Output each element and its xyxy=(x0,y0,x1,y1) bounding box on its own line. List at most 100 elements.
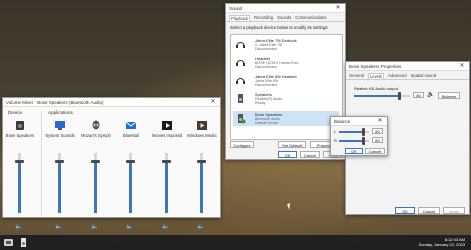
mixer-titlebar[interactable]: Volume Mixer - Bose Speakers (Bluetooth … xyxy=(3,98,220,107)
device-mute-icon[interactable]: 🔈 xyxy=(15,223,22,230)
app-label: BlueMail xyxy=(122,133,140,138)
output-level-slider[interactable] xyxy=(354,92,410,100)
device-status: Disconnected xyxy=(255,47,277,51)
app-volume-slider[interactable] xyxy=(162,153,171,213)
sound-titlebar[interactable]: Sound ✕ xyxy=(226,4,345,13)
volume-mixer-window: Volume Mixer - Bose Speakers (Bluetooth … xyxy=(2,97,221,230)
taskbar-speaker-icon[interactable] xyxy=(18,237,29,248)
close-icon[interactable]: ✕ xyxy=(376,117,384,125)
tab-general[interactable]: General xyxy=(349,73,364,79)
app-volume-slider[interactable] xyxy=(55,153,64,213)
headset-icon xyxy=(236,78,245,84)
app-mute-icon[interactable]: 🔈 xyxy=(91,223,98,230)
configure-button[interactable]: Configure xyxy=(230,141,254,148)
tab-playback[interactable]: Playback xyxy=(229,15,250,21)
app-column-system-sounds: Applications System Sounds 🔈 xyxy=(45,108,75,230)
app-label: System Sounds xyxy=(45,133,75,138)
system-clock[interactable]: 8:12:43 AM Sunday, January 22, 2023 xyxy=(419,237,465,247)
device-item[interactable]: Headset BOSE QC35 II Hands-Free Disconne… xyxy=(233,55,339,70)
close-icon[interactable]: ✕ xyxy=(458,62,466,70)
device-volume-slider[interactable] xyxy=(15,153,24,213)
bluemail-icon[interactable] xyxy=(125,120,137,131)
device-status: Ready xyxy=(255,101,266,105)
device-status: Default Device xyxy=(255,121,279,125)
apply-button[interactable]: Apply xyxy=(443,207,465,214)
app-column-movies: Movies Impossible Rog... 🔈 xyxy=(152,108,182,230)
app-column-media-player: Windows Media Player 🔈 xyxy=(187,108,217,230)
mute-icon[interactable]: 🔈 xyxy=(427,91,434,98)
app-mute-icon[interactable]: 🔈 xyxy=(162,223,169,230)
app-label: Mozart's Symphony #40 i... xyxy=(81,133,111,138)
device-status: Disconnected xyxy=(255,83,277,87)
right-channel-label: R xyxy=(334,138,337,143)
device-header: Device xyxy=(8,110,23,115)
left-channel-label: L xyxy=(334,129,337,134)
clock-date: Sunday, January 22, 2023 xyxy=(418,242,465,247)
tab-communications[interactable]: Communications xyxy=(295,15,326,21)
speaker-icon xyxy=(238,94,243,103)
props-titlebar[interactable]: Bose Speakers Properties ✕ xyxy=(346,62,469,71)
playback-device-list: Jabra Elite 75t Earbuds 2- Jabra Elite 7… xyxy=(230,34,343,140)
tab-advanced[interactable]: Advanced xyxy=(388,73,407,79)
column-divider xyxy=(41,111,42,216)
system-sounds-icon[interactable] xyxy=(54,120,66,131)
left-channel-slider[interactable] xyxy=(339,128,369,136)
media-player-icon[interactable] xyxy=(196,120,208,131)
app-label: Movies Impossible Rog... xyxy=(152,133,182,138)
tab-sounds[interactable]: Sounds xyxy=(277,15,291,21)
app-mute-icon[interactable]: 🔈 xyxy=(126,223,133,230)
close-icon[interactable]: ✕ xyxy=(209,98,217,106)
device-item[interactable]: Jabra Elite 75t Earbuds 2- Jabra Elite 7… xyxy=(233,37,339,52)
tab-recording[interactable]: Recording xyxy=(254,15,273,21)
output-label: Realtek HD Audio output xyxy=(354,86,398,91)
movies-icon[interactable] xyxy=(161,120,173,131)
device-label: Bose Speakers xyxy=(5,133,35,138)
balance-title: Balance xyxy=(334,118,351,124)
app-volume-slider[interactable] xyxy=(126,153,135,213)
sound-instruction: Select a playback device below to modify… xyxy=(230,25,329,30)
app-volume-slider[interactable] xyxy=(91,153,100,213)
cancel-button[interactable]: Cancel xyxy=(300,151,320,158)
ok-button[interactable]: OK xyxy=(395,207,415,214)
alienware-icon[interactable] xyxy=(90,120,102,131)
left-channel-value[interactable]: 80 xyxy=(372,128,383,134)
right-channel-slider[interactable] xyxy=(339,137,369,145)
close-icon[interactable]: ✕ xyxy=(334,4,342,12)
set-default-button[interactable]: Set Default xyxy=(278,141,306,148)
taskbar-app-icon[interactable] xyxy=(3,237,14,248)
ok-button[interactable]: OK xyxy=(345,148,363,154)
speaker-device-icon[interactable] xyxy=(14,120,26,131)
cancel-button[interactable]: Cancel xyxy=(418,207,440,214)
mixer-title: Volume Mixer - Bose Speakers (Bluetooth … xyxy=(6,99,104,105)
taskbar: 8:12:43 AM Sunday, January 22, 2023 xyxy=(0,235,471,250)
app-mute-icon[interactable]: 🔈 xyxy=(197,223,204,230)
sound-tabs: Playback Recording Sounds Communications xyxy=(226,13,345,22)
applications-header: Applications xyxy=(48,110,73,115)
sound-title: Sound xyxy=(229,5,243,11)
right-channel-value[interactable]: 80 xyxy=(372,137,383,143)
speaker-icon xyxy=(238,114,246,124)
device-status: Disconnected xyxy=(255,65,277,69)
balance-button[interactable]: Balance xyxy=(438,92,460,99)
app-label: Windows Media Player xyxy=(187,133,217,138)
device-column: Device Bose Speakers 🔈 xyxy=(5,108,35,230)
props-title: Bose Speakers Properties xyxy=(349,63,402,69)
cancel-button[interactable]: Cancel xyxy=(365,148,385,154)
props-tabs: General Levels Advanced Spatial sound xyxy=(346,71,469,80)
headset-icon xyxy=(236,42,245,48)
app-mute-icon[interactable]: 🔈 xyxy=(55,223,62,230)
app-column-mozart: Mozart's Symphony #40 i... 🔈 xyxy=(81,108,111,230)
balance-titlebar[interactable]: Balance ✕ xyxy=(331,117,387,126)
app-volume-slider[interactable] xyxy=(197,153,206,213)
device-item[interactable]: Speakers Realtek(R) Audio Ready xyxy=(233,91,339,106)
app-column-bluemail: BlueMail 🔈 xyxy=(116,108,146,230)
ok-button[interactable]: OK xyxy=(278,151,297,158)
output-level-value[interactable]: 80 xyxy=(413,92,424,98)
balance-dialog: Balance ✕ L 80 R 80 OK Cancel xyxy=(330,116,388,156)
headset-icon xyxy=(236,60,245,66)
sound-dialog: Sound ✕ Playback Recording Sounds Commun… xyxy=(225,3,346,160)
device-item-selected[interactable]: Bose Speakers Bluetooth Audio Default De… xyxy=(233,111,339,126)
device-item[interactable]: Jabra Elite 65t Headset Jabra Elite 65t … xyxy=(233,73,339,88)
tab-spatial-sound[interactable]: Spatial sound xyxy=(411,73,436,79)
tab-levels[interactable]: Levels xyxy=(367,73,385,79)
